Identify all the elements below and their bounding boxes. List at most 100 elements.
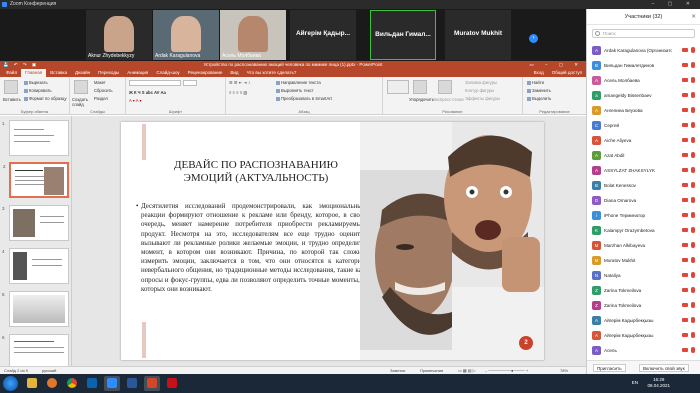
shapes-gallery[interactable] <box>387 80 409 94</box>
section-button[interactable]: Раздел <box>94 96 108 101</box>
participant-row[interactable]: А Асель <box>587 344 700 357</box>
tab-file[interactable]: Файл <box>2 69 21 77</box>
slide-body-text[interactable]: • Десятилетия исследований продемонстрир… <box>136 202 365 294</box>
slide-editing-area[interactable]: ДЕВАЙС ПО РАСПОЗНАВАНИЮ ЭМОЦИЙ (АКТУАЛЬН… <box>72 116 586 366</box>
video-tile[interactable]: Ardak Karagulanova <box>153 10 219 60</box>
tab-insert[interactable]: Вставка <box>46 69 71 77</box>
video-tile[interactable]: Aknur Zhydebekkyzy <box>86 10 152 60</box>
tab-view[interactable]: Вид <box>226 69 242 77</box>
new-slide-icon[interactable] <box>74 80 88 94</box>
format-painter-button[interactable]: Формат по образцу <box>24 96 67 101</box>
sign-in-link[interactable]: Вход <box>530 69 548 77</box>
participant-row[interactable]: А Айгерім Кадырбекқызы <box>587 329 700 342</box>
language-indicator[interactable]: русский <box>42 367 56 374</box>
font-color-button[interactable]: A ▾ A ▾ <box>129 98 142 103</box>
tab-transitions[interactable]: Переходы <box>94 69 123 77</box>
zoom-slider[interactable]: – ────────●──── + <box>485 367 528 374</box>
taskbar-chrome[interactable] <box>64 376 80 391</box>
select-button[interactable]: Выделить <box>527 96 551 101</box>
text-direction-button[interactable]: Направление текста <box>276 80 321 85</box>
taskbar-word[interactable] <box>124 376 140 391</box>
align-text-button[interactable]: Выровнять текст <box>276 88 314 93</box>
taskbar-media[interactable] <box>44 376 60 391</box>
slide-thumbnail-selected[interactable]: 2 <box>3 162 69 198</box>
arrange-button[interactable]: Упорядочить <box>409 97 434 102</box>
tab-slideshow[interactable]: Слайд-шоу <box>152 69 183 77</box>
participant-row[interactable]: M Muratov Mukhit <box>587 254 700 267</box>
participant-row[interactable]: B Bolat Kenessov <box>587 179 700 192</box>
taskbar-outlook[interactable] <box>84 376 100 391</box>
participant-row[interactable]: Z Zarina Tokmeilova <box>587 284 700 297</box>
taskbar-powerpoint[interactable] <box>144 376 160 391</box>
participant-row[interactable]: K Kalampyr Orazymbetova <box>587 224 700 237</box>
input-language[interactable]: EN <box>632 380 638 385</box>
unmute-myself-button[interactable]: Включить свой звук <box>639 364 689 372</box>
smartart-button[interactable]: Преобразовать в SmartArt <box>276 96 332 101</box>
participant-row[interactable]: a amangeldy Bissenbaev <box>587 89 700 102</box>
slide-thumbnails-pane[interactable]: 1 2 3 4 5 6 <box>0 116 72 366</box>
slide-thumbnail[interactable]: 1 <box>2 120 69 156</box>
paste-icon[interactable] <box>4 80 18 94</box>
participant-row[interactable]: M Marzhan Alkibayeva <box>587 239 700 252</box>
close-icon[interactable]: ✕ <box>691 9 696 25</box>
window-controls[interactable]: – ▢ ✕ <box>652 0 696 9</box>
start-button[interactable] <box>3 376 18 391</box>
invite-button[interactable]: Пригласить <box>593 364 626 372</box>
video-tile[interactable]: Асель Молбаева <box>220 10 286 60</box>
notes-button[interactable]: Заметки <box>390 367 405 374</box>
share-button[interactable]: Общий доступ <box>548 69 586 77</box>
tell-me-box[interactable]: Что вы хотите сделать? <box>243 69 301 77</box>
participant-row[interactable]: С Сергей <box>587 119 700 132</box>
font-size-box[interactable] <box>183 80 197 86</box>
tab-home[interactable]: Главная <box>21 69 47 77</box>
participant-row[interactable]: A Azat Abdil <box>587 149 700 162</box>
shape-outline-button[interactable]: Контур фигуры <box>465 88 494 93</box>
taskbar-zoom[interactable] <box>104 376 120 391</box>
find-button[interactable]: Найти <box>527 80 544 85</box>
tab-design[interactable]: Дизайн <box>71 69 94 77</box>
slide-thumbnail[interactable]: 4 <box>2 248 69 284</box>
shape-effects-button[interactable]: Эффекты фигуры <box>465 96 500 101</box>
view-buttons[interactable]: ▭ ▦ ▤ ▷ <box>458 367 476 374</box>
layout-button[interactable]: Макет <box>94 80 106 85</box>
align-buttons[interactable]: ≡ ≡ ≡ ≡ ▥ <box>229 90 247 95</box>
comments-button[interactable]: Примечания <box>420 367 443 374</box>
chevron-right-icon[interactable]: › <box>529 34 538 43</box>
video-tile-active-speaker[interactable]: Вильдан Гимал... <box>370 10 436 60</box>
replace-button[interactable]: Заменить <box>527 88 551 93</box>
font-name-box[interactable] <box>129 80 181 86</box>
taskbar-acrobat[interactable] <box>164 376 180 391</box>
video-tile[interactable]: Айгерім Қадыр... <box>290 10 356 60</box>
paste-button[interactable]: Вставить <box>3 97 21 102</box>
reset-button[interactable]: Сбросить <box>94 88 113 93</box>
participant-row[interactable]: A Ardak Karagulanova (Организатор) <box>587 44 700 57</box>
video-tile[interactable]: Muratov Mukhit <box>445 10 511 60</box>
slide-thumbnail[interactable]: 3 <box>2 205 69 241</box>
tab-animations[interactable]: Анимация <box>123 69 152 77</box>
cut-button[interactable]: Вырезать <box>24 80 48 85</box>
new-slide-button[interactable]: Создать слайд <box>72 97 94 107</box>
participant-row[interactable]: A ASSYLZAT ZHAKSYLYK <box>587 164 700 177</box>
emotion-faces-photo[interactable] <box>360 122 544 360</box>
ppt-window-controls[interactable]: ▭ – ▢ ✕ <box>529 61 583 69</box>
copy-button[interactable]: Копировать <box>24 88 52 93</box>
shape-fill-button[interactable]: Заливка фигуры <box>465 80 497 85</box>
slide-title[interactable]: ДЕВАЙС ПО РАСПОЗНАВАНИЮ ЭМОЦИЙ (АКТУАЛЬН… <box>151 159 361 185</box>
quick-styles-button[interactable]: Экспресс-стили <box>433 97 464 102</box>
quick-access-toolbar[interactable]: 💾 ↶ ↷ ▣ <box>3 61 38 69</box>
participant-row[interactable]: Z Zarina Tokmeilova <box>587 299 700 312</box>
arrange-icon[interactable] <box>413 80 427 94</box>
participant-row[interactable]: N Nataliya <box>587 269 700 282</box>
taskbar-explorer[interactable] <box>24 376 40 391</box>
participant-row[interactable]: A Aiche Aliyeva <box>587 134 700 147</box>
bold-button[interactable]: Ж К Ч S abc AV Aa <box>129 90 166 95</box>
participant-search-input[interactable]: Поиск <box>592 29 695 38</box>
zoom-level[interactable]: 78% <box>560 367 568 374</box>
clock[interactable]: 16:29 08.04.2021 <box>647 377 670 389</box>
tab-review[interactable]: Рецензирование <box>184 69 227 77</box>
current-slide[interactable]: ДЕВАЙС ПО РАСПОЗНАВАНИЮ ЭМОЦИЙ (АКТУАЛЬН… <box>121 122 544 360</box>
participant-row[interactable]: В Вильдан Гималетдинов <box>587 59 700 72</box>
slide-thumbnail[interactable]: 5 <box>2 291 69 327</box>
participant-row[interactable]: D Diana Omarova <box>587 194 700 207</box>
participant-row[interactable]: А Асель Молбаева <box>587 74 700 87</box>
